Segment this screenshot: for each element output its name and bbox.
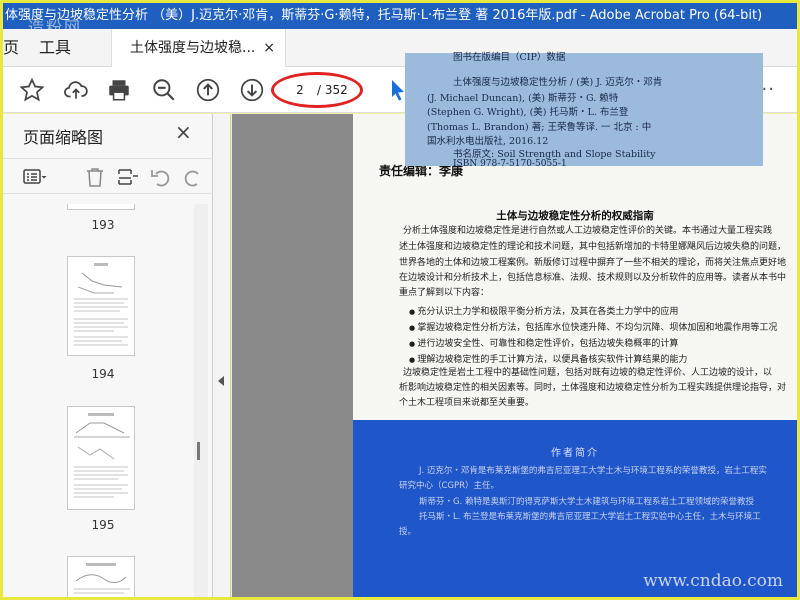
pdf-page: 责任编辑：李康 土体与边坡稳定性分析的权威指南 分析土体强度和边坡稳定性是进行自… bbox=[353, 114, 797, 597]
author-heading: 作者简介 bbox=[551, 448, 599, 459]
bullet-list: 充分认识土力学和极限平衡分析方法，及其在各类土力学中的应用 掌握边坡稳定性分析方… bbox=[409, 304, 777, 368]
author-line: 斯蒂芬・G. 赖特是奥斯汀的得克萨斯大学土木建筑与环境工程系岩土工程领域的荣誉教… bbox=[419, 497, 754, 507]
paragraph-line: 边坡稳定性是岩土工程中的基础性问题，包括对既有边坡的稳定性评价、人工边坡的设计，… bbox=[403, 368, 773, 378]
site-watermark: www.cndao.com bbox=[643, 571, 783, 591]
page-thumbnail[interactable] bbox=[67, 204, 135, 210]
cip-line: 土体强度与边坡稳定性分析 / (美) J. 迈克尔・邓肯 bbox=[453, 77, 663, 88]
thumbnail-options-icon[interactable] bbox=[23, 165, 47, 189]
author-line: 托马斯・L. 布兰登是布莱克斯堡的弗吉尼亚理工大学岩土工程实验中心主任，土木与环… bbox=[419, 512, 761, 522]
cip-line: (Stephen G. Wright), (美) 托马斯・L. 布兰登 bbox=[427, 107, 629, 118]
page-thumbnail-number: 193 bbox=[91, 218, 115, 232]
cip-line: (Thomas L. Brandon) 著; 王荣鲁等译. 一 北京 : 中 bbox=[427, 122, 652, 133]
cip-line: (J. Michael Duncan), (美) 斯蒂芬・G. 赖特 bbox=[427, 93, 619, 104]
bullet-item: 进行边坡安全性、可靠性和稳定性评价，包括边坡失稳概率的计算 bbox=[409, 336, 777, 352]
bullet-item: 充分认识土力学和极限平衡分析方法，及其在各类土力学中的应用 bbox=[409, 304, 777, 320]
paragraph-line: 在边坡设计和分析技术上，包括信息标准、法规、技术规则以及分析软件的应用等。读者从… bbox=[399, 273, 787, 283]
cip-line: ISBN 978-7-5170-5055-1 bbox=[453, 159, 567, 169]
author-line: 授。 bbox=[399, 527, 417, 537]
paragraph-line: 析影响边坡稳定性的相关因素等。同时，土体强度和边坡稳定性分析为工程实践提供理论指… bbox=[399, 383, 787, 393]
window-titlebar: 体强度与边坡稳定性分析 （美）J.迈克尔·邓肯，斯蒂芬·G·赖特，托马斯·L·布… bbox=[3, 3, 797, 29]
tab-document-label: 土体强度与边坡稳... bbox=[130, 40, 256, 56]
print-icon[interactable] bbox=[106, 77, 132, 103]
page-thumbnail[interactable] bbox=[67, 406, 135, 510]
page-thumbnail-number: 195 bbox=[91, 518, 115, 532]
window-title: 体强度与边坡稳定性分析 （美）J.迈克尔·邓肯，斯蒂芬·G·赖特，托马斯·L·布… bbox=[5, 8, 763, 23]
panel-scrollbar[interactable] bbox=[194, 204, 208, 597]
collapse-arrow-icon[interactable] bbox=[218, 376, 224, 386]
cip-line: 国水利水电出版社, 2016.12 bbox=[427, 136, 549, 147]
author-section: 作者简介 J. 迈克尔・邓肯是布莱克斯堡的弗吉尼亚理工大学土木与环境工程系的荣誉… bbox=[353, 420, 797, 597]
author-line: J. 迈克尔・邓肯是布莱克斯堡的弗吉尼亚理工大学土木与环境工程系的荣誉教授，岩土… bbox=[419, 466, 767, 476]
page-heading: 土体与边坡稳定性分析的权威指南 bbox=[496, 210, 654, 222]
paragraph-line: 世界各地的土体和边坡工程案例。新版修订过程中摒弃了一些不相关的理论，而将关注焦点… bbox=[399, 258, 787, 268]
zoom-out-icon[interactable] bbox=[151, 77, 177, 103]
page-thumbnail[interactable] bbox=[67, 556, 135, 597]
tab-tools[interactable]: 工具 bbox=[39, 29, 71, 67]
tab-document[interactable]: 土体强度与边坡稳... × bbox=[111, 29, 286, 67]
extract-page-icon[interactable] bbox=[116, 165, 140, 189]
cip-data-overlay: 图书在版编目（CIP）数据 土体强度与边坡稳定性分析 / (美) J. 迈克尔・… bbox=[405, 52, 763, 169]
next-page-icon[interactable] bbox=[239, 77, 265, 103]
cip-line: 书名原文: Soil Strength and Slope Stability bbox=[453, 149, 656, 160]
document-viewport[interactable]: 责任编辑：李康 土体与边坡稳定性分析的权威指南 分析土体强度和边坡稳定性是进行自… bbox=[232, 114, 797, 597]
rotate-left-icon[interactable] bbox=[149, 165, 173, 189]
previous-page-icon[interactable] bbox=[195, 77, 221, 103]
upload-cloud-icon[interactable] bbox=[63, 77, 89, 103]
panel-close-button[interactable]: × bbox=[175, 120, 192, 144]
paragraph-line: 分析土体强度和边坡稳定性是进行自然或人工边坡稳定性评价的关键。本书通过大量工程实… bbox=[403, 226, 773, 236]
tab-home[interactable]: 页 bbox=[3, 29, 19, 67]
thumbnail-list: 193 194 195 bbox=[3, 204, 191, 597]
thumbnail-panel: 页面缩略图 × 193 194 195 bbox=[3, 114, 213, 597]
panel-title: 页面缩略图 bbox=[23, 128, 104, 147]
bullet-item: 掌握边坡稳定性分析方法，包括库水位快速升降、不均匀沉降、坝体加固和地震作用等工况 bbox=[409, 320, 777, 336]
author-line: 研究中心（CGPR）主任。 bbox=[399, 481, 500, 491]
panel-toolbar bbox=[3, 158, 213, 194]
delete-page-icon[interactable] bbox=[83, 165, 107, 189]
paragraph-line: 个土木工程项目来说都至关重要。 bbox=[399, 398, 535, 408]
page-thumbnail-number: 194 bbox=[91, 367, 115, 381]
paragraph-line: 重点了解到以下内容： bbox=[399, 288, 490, 298]
paragraph-line: 述土体强度和边坡稳定性的理论和技术问题，其中包括新增加的卡特里娜飓风后边坡失稳的… bbox=[399, 242, 787, 252]
panel-collapse-handle[interactable] bbox=[213, 114, 231, 597]
tab-close-button[interactable]: × bbox=[263, 29, 275, 67]
highlight-circle bbox=[271, 72, 363, 108]
cip-line: 图书在版编目（CIP）数据 bbox=[453, 52, 566, 63]
rotate-right-icon[interactable] bbox=[181, 165, 205, 189]
page-thumbnail[interactable] bbox=[67, 256, 135, 356]
bookmark-star-icon[interactable] bbox=[19, 77, 45, 103]
